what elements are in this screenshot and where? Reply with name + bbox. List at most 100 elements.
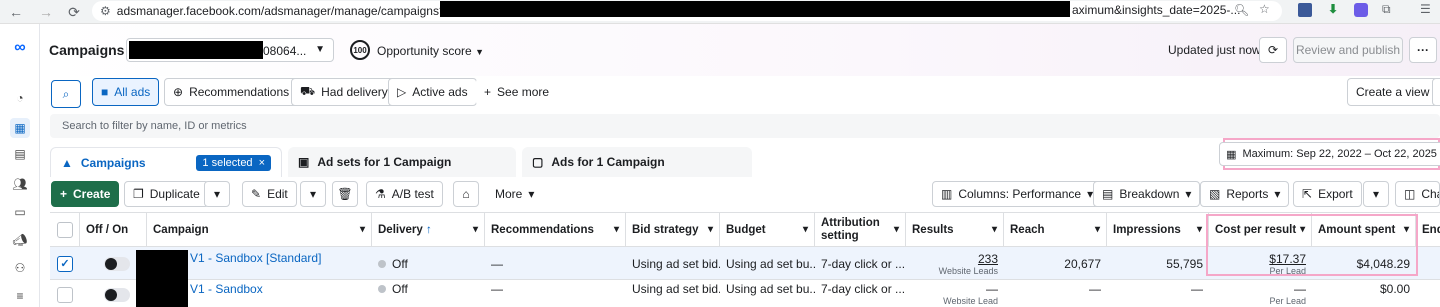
bid-strategy-cell: Using ad set bid... bbox=[632, 282, 720, 296]
col-impressions[interactable]: Impressions bbox=[1107, 213, 1209, 246]
megaphone-icon[interactable]: 📣︎ bbox=[10, 230, 30, 250]
extension-icon[interactable] bbox=[1354, 3, 1368, 17]
cpr-subtext: Per Lead bbox=[1269, 265, 1306, 276]
campaign-name-link[interactable]: V1 - Sandbox [Standard] bbox=[184, 248, 364, 268]
col-bid-strategy-label: Bid strategy bbox=[632, 223, 699, 236]
active-ads-filter[interactable]: ▷ Active ads bbox=[388, 78, 477, 106]
select-all-cell bbox=[50, 213, 80, 246]
recommendations-filter[interactable]: ⊕ Recommendations bbox=[164, 78, 299, 106]
col-recommendations-label: Recommendations bbox=[491, 223, 594, 236]
col-budget[interactable]: Budget bbox=[720, 213, 815, 246]
results-value[interactable]: 233 bbox=[978, 252, 998, 266]
bookmark-star-icon[interactable]: ☆ bbox=[1259, 2, 1270, 16]
back-icon[interactable]: ← bbox=[6, 2, 26, 22]
reports-button[interactable]: ▧ Reports ▾ bbox=[1200, 181, 1290, 207]
puzzle-icon[interactable]: ⧉ bbox=[1382, 2, 1391, 17]
delivery-icon: ⛟ bbox=[300, 84, 316, 98]
refresh-button[interactable]: ⟳ bbox=[1259, 37, 1287, 63]
export-button[interactable]: ⇱ Export bbox=[1293, 181, 1362, 207]
browser-menu-icon[interactable]: ☰ bbox=[1420, 2, 1431, 16]
export-dropdown[interactable]: ▾ bbox=[1363, 181, 1389, 207]
page-header: Campaigns 08064... ▼ 100 Opportunity sco… bbox=[40, 24, 1440, 76]
documents-icon[interactable]: ▤ bbox=[10, 144, 30, 164]
dashboard-icon[interactable]: ◔ bbox=[10, 88, 30, 108]
col-cost-per-result[interactable]: Cost per result bbox=[1209, 213, 1312, 246]
opportunity-score-label[interactable]: Opportunity score ▼ bbox=[377, 44, 484, 58]
table-row[interactable]: ✓ V1 - Sandbox [Standard] Off — Using ad… bbox=[50, 246, 1440, 294]
tab-ad-sets[interactable]: ▣ Ad sets for 1 Campaign bbox=[288, 147, 516, 177]
more-options-button[interactable]: ··· bbox=[1409, 37, 1437, 63]
campaign-toggle[interactable] bbox=[104, 256, 130, 271]
campaign-toggle[interactable] bbox=[104, 287, 130, 302]
select-all-checkbox[interactable] bbox=[56, 221, 73, 238]
date-range-picker[interactable]: ▦ Maximum: Sep 22, 2022 – Oct 22, 2025 bbox=[1219, 142, 1440, 166]
review-publish-button[interactable]: Review and publish bbox=[1293, 37, 1403, 63]
columns-button[interactable]: ▥ Columns: Performance ▾ bbox=[932, 181, 1103, 207]
reload-icon[interactable]: ⟳ bbox=[64, 2, 84, 22]
col-reach[interactable]: Reach bbox=[1004, 213, 1107, 246]
extension-icon[interactable] bbox=[1298, 3, 1312, 17]
col-results[interactable]: Results bbox=[906, 213, 1004, 246]
had-delivery-filter[interactable]: ⛟ Had delivery bbox=[291, 78, 397, 106]
send-icon: ▷ bbox=[397, 85, 407, 99]
campaigns-table: Off / On Campaign Delivery ↑ Recommendat… bbox=[50, 212, 1440, 307]
opportunity-score-badge[interactable]: 100 bbox=[350, 40, 370, 60]
search-button[interactable]: ⌕ bbox=[51, 80, 81, 108]
tag-button[interactable]: ⌂ bbox=[453, 181, 479, 207]
pencil-icon: ✎ bbox=[251, 187, 262, 201]
col-bid-strategy[interactable]: Bid strategy bbox=[626, 213, 720, 246]
network-icon[interactable]: ⚇ bbox=[10, 258, 30, 278]
selected-chip[interactable]: 1 selected × bbox=[196, 154, 271, 171]
row-checkbox[interactable]: ✓ bbox=[57, 255, 73, 272]
edit-dropdown[interactable]: ▾ bbox=[300, 181, 326, 207]
col-recommendations[interactable]: Recommendations bbox=[485, 213, 626, 246]
create-view-button[interactable]: Create a view bbox=[1347, 78, 1439, 106]
duplicate-button[interactable]: ❐ Duplicate bbox=[124, 181, 209, 207]
recommendations-label: Recommendations bbox=[189, 85, 290, 99]
row-select-cell: ✓ bbox=[50, 247, 80, 280]
campaigns-table-icon[interactable]: ▦ bbox=[10, 118, 30, 138]
site-info-icon[interactable]: ⚙ bbox=[100, 4, 111, 18]
col-off-on[interactable]: Off / On bbox=[80, 213, 147, 246]
zoom-icon[interactable]: 🔍︎ bbox=[1234, 3, 1249, 17]
table-row[interactable]: V1 - Sandbox Off — Using ad set bid... U… bbox=[50, 266, 1440, 307]
redacted-campaign-name bbox=[136, 266, 188, 307]
campaign-name-link[interactable]: V1 - Sandbox bbox=[184, 279, 364, 299]
download-extension-icon[interactable]: ⬇ bbox=[1328, 2, 1338, 16]
meta-logo-icon[interactable]: ∞ bbox=[10, 38, 30, 58]
create-button[interactable]: + Create bbox=[51, 181, 120, 207]
export-icon: ⇱ bbox=[1302, 187, 1313, 201]
more-button[interactable]: More ▾ bbox=[487, 181, 543, 207]
next-view-button[interactable] bbox=[1432, 78, 1440, 106]
ab-test-button[interactable]: ⚗ A/B test bbox=[366, 181, 443, 207]
duplicate-dropdown[interactable]: ▾ bbox=[204, 181, 230, 207]
row-checkbox[interactable] bbox=[57, 286, 73, 303]
chevron-down-icon: ▾ bbox=[309, 187, 317, 201]
edit-button[interactable]: ✎ Edit bbox=[242, 181, 297, 207]
menu-icon[interactable]: ≡ bbox=[10, 286, 30, 306]
account-selector[interactable]: 08064... ▼ bbox=[126, 38, 334, 62]
cpr-value[interactable]: $17.37 bbox=[1269, 252, 1306, 266]
col-ends[interactable]: Ends bbox=[1416, 213, 1440, 246]
col-attribution[interactable]: Attribution setting bbox=[815, 213, 906, 246]
audiences-icon[interactable]: 👥︎ bbox=[10, 174, 30, 194]
col-delivery[interactable]: Delivery ↑ bbox=[372, 213, 485, 246]
search-filter-input[interactable]: Search to filter by name, ID or metrics bbox=[50, 114, 1440, 138]
close-icon[interactable]: × bbox=[259, 157, 265, 169]
attribution-cell: 7-day click or ... bbox=[821, 282, 906, 296]
export-label: Export bbox=[1318, 187, 1353, 201]
see-more-button[interactable]: + See more bbox=[476, 78, 558, 106]
charts-button[interactable]: ◫ Char bbox=[1395, 181, 1440, 207]
delete-button[interactable]: 🗑︎ bbox=[332, 181, 358, 207]
tab-campaigns[interactable]: ▲ Campaigns 1 selected × bbox=[50, 147, 282, 177]
reach-cell: — bbox=[1089, 282, 1101, 296]
forward-icon[interactable]: → bbox=[36, 2, 56, 22]
col-amount-spent[interactable]: Amount spent bbox=[1312, 213, 1416, 246]
col-campaign[interactable]: Campaign bbox=[147, 213, 372, 246]
search-icon: ⌕ bbox=[62, 86, 70, 101]
breakdown-button[interactable]: ▤ Breakdown ▾ bbox=[1093, 181, 1201, 207]
billing-card-icon[interactable]: ▭ bbox=[10, 202, 30, 222]
tab-ads[interactable]: ▢ Ads for 1 Campaign bbox=[522, 147, 752, 177]
all-ads-filter[interactable]: ■ All ads bbox=[92, 78, 160, 106]
tab-campaigns-label: Campaigns bbox=[80, 155, 146, 170]
